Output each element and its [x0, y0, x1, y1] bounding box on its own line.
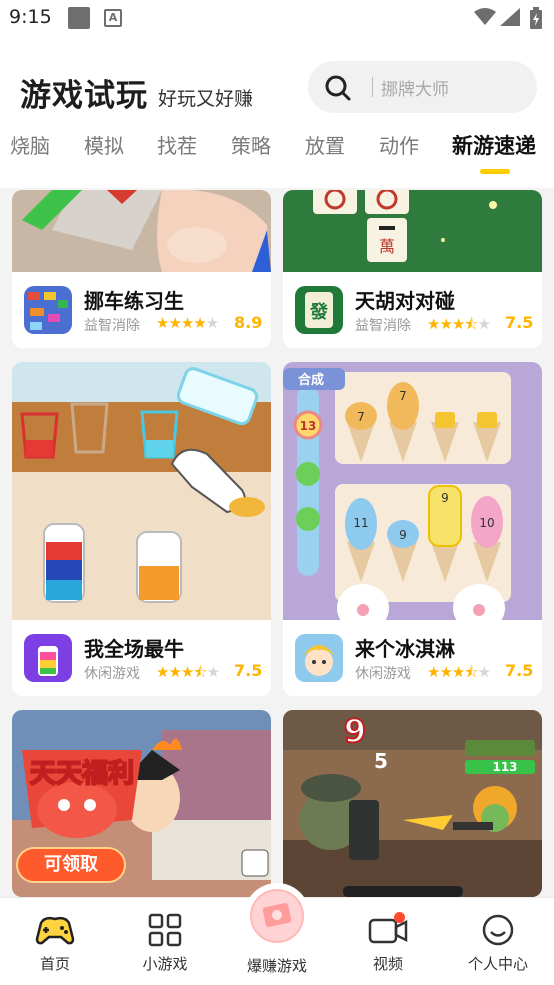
status-bar: 9:15 A	[0, 0, 554, 38]
game-thumbnail	[12, 190, 271, 272]
game-category: 休闲游戏	[84, 666, 140, 682]
game-rating: 7.5	[505, 313, 534, 332]
game-card-woquanchang[interactable]: 我全场最牛 休闲游戏 ★★★⯪★ 7.5	[12, 362, 271, 696]
nav-minigames[interactable]: 小游戏	[120, 910, 210, 974]
gamepad-icon	[35, 916, 75, 945]
game-thumbnail: 萬	[283, 190, 542, 272]
page-header: 游戏试玩 好玩又好赚 挪牌大师 烧脑 模拟 找茬 策略 放置 动作 新游速递	[0, 38, 554, 188]
tab-moni[interactable]: 模拟	[84, 130, 124, 159]
game-name: 天胡对对碰	[355, 289, 455, 313]
game-card-nuoche[interactable]: 挪车练习生 益智消除 ★★★★★ 8.9	[12, 190, 271, 348]
tab-zhaocha[interactable]: 找茬	[157, 130, 197, 159]
signal-icon	[500, 8, 520, 26]
game-info: 来个冰淇淋 休闲游戏 ★★★⯪★ 7.5	[283, 622, 542, 696]
game-card-tianhu[interactable]: 萬 發 天胡对对碰 益智消除 ★★★⯪★ 7.5	[283, 190, 542, 348]
tab-celue[interactable]: 策略	[231, 130, 271, 159]
game-info: 我全场最牛 休闲游戏 ★★★⯪★ 7.5	[12, 622, 271, 696]
svg-text:萬: 萬	[379, 237, 395, 256]
rating-stars: ★★★⯪★	[427, 315, 491, 333]
nav-label: 个人中心	[467, 955, 528, 973]
cup-label: 10	[479, 516, 494, 530]
game-thumbnail: 13 合成 7 7 11 9 9 10	[283, 362, 542, 620]
search-bar[interactable]: 挪牌大师	[308, 61, 537, 113]
wifi-icon	[474, 8, 496, 25]
a-notification-icon: A	[104, 9, 122, 27]
cup-label: 9	[399, 528, 407, 542]
notification-square-icon	[68, 7, 90, 29]
nav-center-button[interactable]	[244, 883, 310, 949]
nav-video[interactable]: 视频	[343, 910, 433, 974]
game-card-promo[interactable]: 天天福利 可领取	[12, 710, 271, 897]
search-placeholder[interactable]: 挪牌大师	[381, 75, 449, 100]
tab-shaonao[interactable]: 烧脑	[10, 130, 50, 159]
app-icon-bingqilin	[295, 634, 343, 682]
nav-home[interactable]: 首页	[10, 910, 100, 974]
battery-icon	[530, 7, 542, 29]
search-divider	[372, 77, 373, 97]
nav-label-baozhuan[interactable]: 爆赚游戏	[222, 955, 332, 976]
claim-button[interactable]: 可领取	[16, 847, 126, 883]
status-time: 9:15	[9, 6, 52, 28]
money-icon	[250, 889, 304, 943]
game-name: 我全场最牛	[84, 637, 184, 661]
page-title: 游戏试玩	[20, 78, 148, 114]
tab-dongzuo[interactable]: 动作	[379, 130, 419, 159]
cup-label: 9	[441, 491, 449, 505]
game-category: 休闲游戏	[355, 666, 411, 682]
nav-label: 视频	[372, 955, 403, 973]
svg-text:發: 發	[309, 301, 329, 323]
notification-dot	[394, 912, 405, 923]
app-icon-nuoche	[24, 286, 72, 334]
nav-label: 小游戏	[142, 955, 188, 973]
game-category: 益智消除	[84, 318, 140, 334]
rating-stars: ★★★⯪★	[156, 663, 220, 681]
game-thumbnail: 113 9 5	[283, 710, 542, 897]
nav-label: 首页	[39, 955, 70, 973]
hp-value: 113	[492, 760, 517, 774]
rating-stars: ★★★★★	[156, 314, 219, 332]
tab-xinyousudi[interactable]: 新游速递	[452, 130, 536, 160]
game-info: 發 天胡对对碰 益智消除 ★★★⯪★ 7.5	[283, 274, 542, 348]
game-thumbnail	[12, 362, 271, 620]
hit-number: 5	[374, 749, 388, 773]
promo-banner-text: 天天福利	[30, 759, 134, 789]
category-tabs: 烧脑 模拟 找茬 策略 放置 动作 新游速递	[0, 126, 554, 176]
cup-label: 7	[357, 410, 365, 424]
game-category: 益智消除	[355, 318, 411, 334]
game-rating: 7.5	[505, 661, 534, 680]
game-card-bingqilin[interactable]: 13 合成 7 7 11 9 9 10 来个冰淇淋 休闲游戏 ★★★⯪★ 7.5	[283, 362, 542, 696]
merge-label: 合成	[298, 372, 324, 388]
game-name: 来个冰淇淋	[355, 637, 455, 661]
app-icon-woquanchang	[24, 634, 72, 682]
level-badge-text: 13	[300, 419, 317, 433]
game-rating: 7.5	[234, 661, 263, 680]
game-rating: 8.9	[234, 313, 263, 332]
search-icon	[325, 75, 351, 101]
game-info: 挪车练习生 益智消除 ★★★★★ 8.9	[12, 274, 271, 348]
grid-icon	[148, 913, 182, 947]
rating-stars: ★★★⯪★	[427, 663, 491, 681]
combo-number: 9	[344, 712, 366, 750]
cup-label: 7	[399, 389, 407, 403]
tab-fangzhi[interactable]: 放置	[305, 130, 345, 159]
page-subtitle: 好玩又好赚	[158, 88, 254, 110]
nav-profile[interactable]: 个人中心	[453, 910, 543, 974]
cup-label: 11	[353, 516, 368, 530]
active-tab-indicator	[480, 169, 510, 174]
game-card-shooter[interactable]: 113 9 5	[283, 710, 542, 897]
game-name: 挪车练习生	[84, 289, 184, 313]
smile-icon	[482, 914, 514, 946]
app-icon-tianhu: 發	[295, 286, 343, 334]
